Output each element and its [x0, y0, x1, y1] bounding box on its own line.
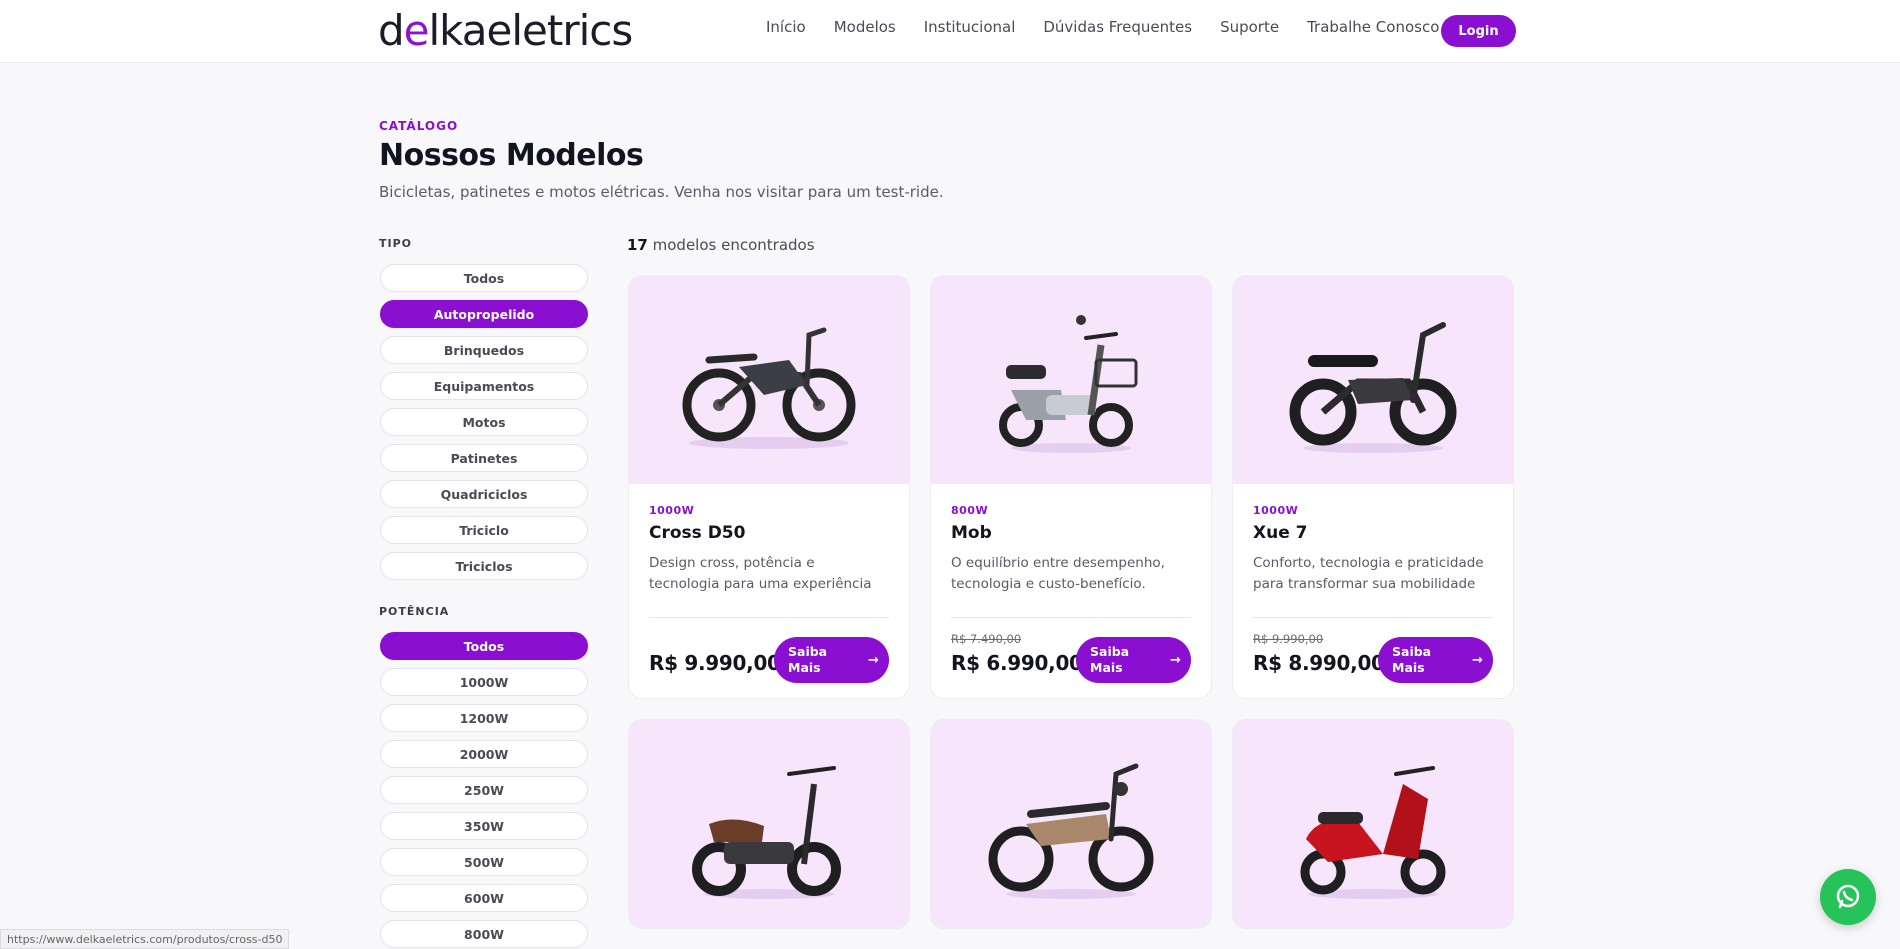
- scooter-basket-icon: [999, 315, 1138, 453]
- whatsapp-button[interactable]: [1820, 869, 1876, 925]
- site-logo[interactable]: d e lka eletrics: [378, 5, 634, 55]
- product-price: R$ 9.990,00: [649, 651, 781, 675]
- product-power: 800W: [951, 504, 989, 517]
- filter-heading-tipo: TIPO: [379, 237, 413, 250]
- filter-potencia-800w[interactable]: 800W: [380, 920, 588, 948]
- saiba-mais-label: Saiba Mais: [788, 644, 828, 675]
- product-name: Xue 7: [1253, 523, 1308, 543]
- saiba-mais-label: Saiba Mais: [1090, 644, 1130, 675]
- bike-fat-icon: [1289, 322, 1457, 453]
- filter-potencia-todos[interactable]: Todos: [380, 632, 588, 660]
- arrow-right-icon: →: [1472, 652, 1483, 668]
- saiba-mais-button[interactable]: Saiba Mais →: [1378, 637, 1493, 683]
- product-power: 1000W: [1253, 504, 1299, 517]
- filter-potencia-1000w[interactable]: 1000W: [380, 668, 588, 696]
- card-divider: [649, 617, 889, 618]
- filter-tipo-equipamentos[interactable]: Equipamentos: [380, 372, 588, 400]
- saiba-mais-button[interactable]: Saiba Mais →: [774, 637, 889, 683]
- site-header: d e lka eletrics Início Modelos Institucion…: [0, 0, 1900, 63]
- product-card[interactable]: [1232, 719, 1514, 929]
- saiba-mais-button[interactable]: Saiba Mais →: [1076, 637, 1191, 683]
- product-card[interactable]: [930, 719, 1212, 929]
- filter-potencia-600w[interactable]: 600W: [380, 884, 588, 912]
- product-old-price: R$ 7.490,00: [951, 632, 1022, 646]
- product-info: 1000W Cross D50 Design cross, potência e…: [629, 484, 909, 698]
- page-subtitle: Bicicletas, patinetes e motos elétricas.…: [379, 183, 944, 201]
- filter-list-tipo: Todos Autopropelido Brinquedos Equipamen…: [380, 264, 588, 588]
- bike-moto-icon: [988, 763, 1154, 899]
- bike-cross-icon: [682, 327, 856, 449]
- product-info: 800W Mob O equilíbrio entre desempenho, …: [931, 484, 1211, 698]
- catalog-eyebrow: CATÁLOGO: [379, 119, 459, 133]
- product-image[interactable]: [931, 276, 1211, 484]
- product-info: 1000W Xue 7 Conforto, tecnologia e prati…: [1233, 484, 1513, 698]
- product-description: O equilíbrio entre desempenho, tecnologi…: [951, 555, 1165, 592]
- filter-potencia-500w[interactable]: 500W: [380, 848, 588, 876]
- nav-institucional[interactable]: Institucional: [924, 18, 1016, 36]
- filter-potencia-350w[interactable]: 350W: [380, 812, 588, 840]
- product-image[interactable]: [629, 720, 909, 928]
- product-card[interactable]: 800W Mob O equilíbrio entre desempenho, …: [930, 275, 1212, 699]
- whatsapp-icon: [1836, 884, 1860, 909]
- product-image[interactable]: [931, 720, 1211, 928]
- results-number: 17: [627, 236, 648, 254]
- product-old-price: R$ 9.990,00: [1253, 632, 1324, 646]
- product-name: Mob: [951, 523, 992, 543]
- nav-duvidas[interactable]: Dúvidas Frequentes: [1043, 18, 1192, 36]
- main-nav: Início Modelos Institucional Dúvidas Fre…: [766, 18, 1439, 36]
- login-button[interactable]: Login: [1441, 15, 1516, 47]
- filter-tipo-triciclos[interactable]: Triciclos: [380, 552, 588, 580]
- product-image[interactable]: [1233, 276, 1513, 484]
- product-name: Cross D50: [649, 523, 746, 543]
- arrow-right-icon: →: [868, 652, 879, 668]
- card-divider: [1253, 617, 1493, 618]
- red-scooter-icon: [1300, 766, 1446, 899]
- filter-tipo-motos[interactable]: Motos: [380, 408, 588, 436]
- nav-inicio[interactable]: Início: [766, 18, 806, 36]
- product-description: Design cross, potência e tecnologia para…: [649, 555, 872, 592]
- chopper-scooter-icon: [692, 766, 841, 899]
- filter-tipo-triciclo[interactable]: Triciclo: [380, 516, 588, 544]
- filter-tipo-patinetes[interactable]: Patinetes: [380, 444, 588, 472]
- filter-tipo-todos[interactable]: Todos: [380, 264, 588, 292]
- nav-trabalhe[interactable]: Trabalhe Conosco: [1307, 18, 1439, 36]
- arrow-right-icon: →: [1170, 652, 1181, 668]
- filter-list-potencia: Todos 1000W 1200W 2000W 250W 350W 500W 6…: [380, 632, 588, 949]
- nav-suporte[interactable]: Suporte: [1220, 18, 1279, 36]
- product-card[interactable]: [628, 719, 910, 929]
- filter-tipo-autopropelido[interactable]: Autopropelido: [380, 300, 588, 328]
- product-description: Conforto, tecnologia e praticidade para …: [1253, 555, 1484, 592]
- nav-modelos[interactable]: Modelos: [834, 18, 896, 36]
- logo-part-3: eletrics: [486, 5, 634, 55]
- product-image[interactable]: [629, 276, 909, 484]
- filter-tipo-brinquedos[interactable]: Brinquedos: [380, 336, 588, 364]
- product-card[interactable]: 1000W Xue 7 Conforto, tecnologia e prati…: [1232, 275, 1514, 699]
- product-price: R$ 6.990,00: [951, 651, 1083, 675]
- logo-accent: e: [403, 5, 430, 55]
- filter-tipo-quadriciclos[interactable]: Quadriciclos: [380, 480, 588, 508]
- results-count: 17 modelos encontrados: [627, 236, 815, 254]
- page-title: Nossos Modelos: [379, 138, 644, 173]
- filter-potencia-1200w[interactable]: 1200W: [380, 704, 588, 732]
- product-image[interactable]: [1233, 720, 1513, 928]
- saiba-mais-label: Saiba Mais: [1392, 644, 1432, 675]
- browser-status-bar: https://www.delkaeletrics.com/produtos/c…: [0, 929, 290, 949]
- card-divider: [951, 617, 1191, 618]
- product-power: 1000W: [649, 504, 695, 517]
- logo-part-1: d: [378, 5, 405, 55]
- product-price: R$ 8.990,00: [1253, 651, 1385, 675]
- filter-potencia-250w[interactable]: 250W: [380, 776, 588, 804]
- product-card[interactable]: 1000W Cross D50 Design cross, potência e…: [628, 275, 910, 699]
- filter-heading-potencia: POTÊNCIA: [379, 605, 450, 618]
- logo-part-2: lka: [428, 5, 488, 55]
- results-label: modelos encontrados: [647, 236, 815, 254]
- filter-potencia-2000w[interactable]: 2000W: [380, 740, 588, 768]
